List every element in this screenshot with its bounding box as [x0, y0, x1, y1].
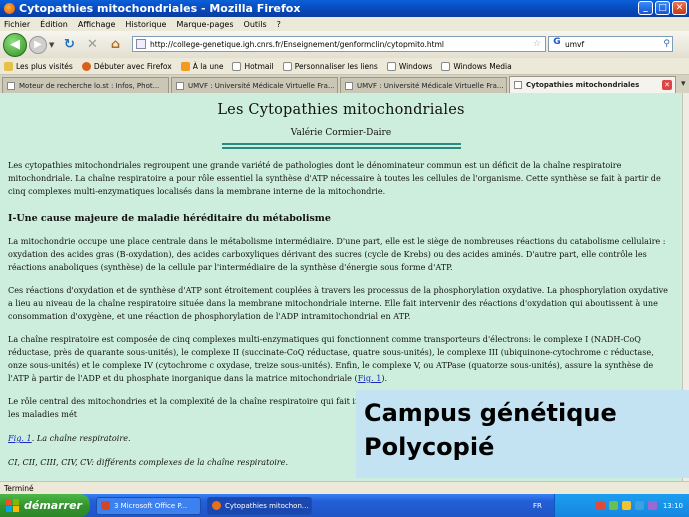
- status-text: Terminé: [4, 483, 34, 493]
- taskbar-item-firefox[interactable]: Cytopathies mitochon...: [207, 496, 312, 515]
- start-button[interactable]: démarrer: [0, 494, 90, 517]
- firefox-icon: [81, 61, 91, 71]
- overlay-line-2: Polycopié: [364, 433, 495, 461]
- close-window-button[interactable]: ✕: [672, 1, 687, 15]
- title-divider: [221, 143, 461, 145]
- menu-help[interactable]: ?: [277, 20, 281, 29]
- bookmarks-toolbar: Les plus visités Débuter avec Firefox À …: [0, 58, 689, 75]
- tab-bar: Moteur de recherche lo.st : Infos, Phot.…: [0, 75, 689, 93]
- page-favicon: [136, 39, 146, 49]
- menu-fichier[interactable]: Fichier: [4, 20, 30, 29]
- bookmark-most-visited[interactable]: Les plus visités: [4, 61, 73, 71]
- home-icon[interactable]: ⌂: [107, 37, 123, 53]
- bookmark-windows[interactable]: Windows: [386, 61, 432, 71]
- reload-icon[interactable]: ↻: [61, 37, 77, 53]
- tray-icon[interactable]: [595, 501, 605, 510]
- tab-favicon: [514, 81, 522, 89]
- firefox-icon: [212, 501, 221, 510]
- history-dropdown-icon[interactable]: ▼: [49, 41, 54, 49]
- campus-overlay: Campus génétique Polycopié: [356, 390, 689, 478]
- back-button[interactable]: ◀: [3, 32, 27, 57]
- tab-cytopathies[interactable]: Cytopathies mitochondriales ✕: [509, 76, 676, 93]
- menu-affichage[interactable]: Affichage: [78, 20, 116, 29]
- tab-lost-search[interactable]: Moteur de recherche lo.st : Infos, Phot.…: [2, 77, 169, 93]
- windows-flag-icon: [6, 499, 19, 512]
- google-search-engine-icon[interactable]: G: [549, 37, 565, 51]
- tab-favicon: [7, 81, 15, 90]
- paragraph-2: Ces réactions d'oxydation et de synthèse…: [8, 285, 668, 321]
- firefox-icon: [4, 3, 15, 14]
- system-tray: FR 13:10: [533, 494, 689, 517]
- folder-icon: [4, 61, 13, 71]
- menu-outils[interactable]: Outils: [244, 20, 267, 29]
- page-icon: [386, 61, 396, 71]
- tray-icon[interactable]: [621, 501, 631, 510]
- tab-list-icon[interactable]: ▾: [678, 79, 689, 89]
- stop-icon[interactable]: ✕: [84, 37, 100, 53]
- window-titlebar: Cytopathies mitochondriales - Mozilla Fi…: [0, 0, 689, 17]
- forward-button[interactable]: ▶: [29, 35, 47, 54]
- paragraph-1: La mitochondrie occupe une place central…: [8, 236, 666, 272]
- bookmark-customize-links[interactable]: Personnaliser les liens: [282, 61, 378, 71]
- tab-favicon: [176, 81, 184, 90]
- fig1-link[interactable]: Fig. 1: [358, 373, 382, 383]
- menu-edition[interactable]: Édition: [40, 20, 68, 29]
- maximize-button[interactable]: □: [655, 1, 670, 15]
- windows-taskbar: démarrer 3 Microsoft Office P... Cytopat…: [0, 494, 689, 517]
- paragraph-3: La chaîne respiratoire est composée de c…: [8, 334, 654, 383]
- title-divider: [221, 147, 461, 149]
- search-value: umvf: [565, 39, 585, 49]
- tab-favicon: [345, 81, 353, 90]
- fig1-caption-link[interactable]: Fig. 1: [8, 433, 32, 443]
- bookmark-star-icon[interactable]: ☆: [533, 39, 541, 49]
- bookmark-hotmail[interactable]: Hotmail: [232, 61, 274, 71]
- bookmark-headlines[interactable]: À la une: [180, 61, 223, 71]
- page-icon: [232, 61, 242, 71]
- tray-icon[interactable]: [608, 501, 618, 510]
- window-title: Cytopathies mitochondriales - Mozilla Fi…: [19, 2, 301, 15]
- section-heading: I-Une cause majeure de maladie héréditai…: [8, 213, 331, 224]
- magnifier-icon[interactable]: ⚲: [663, 39, 670, 49]
- page-icon: [282, 61, 292, 71]
- taskbar-item-office[interactable]: 3 Microsoft Office P...: [96, 496, 201, 515]
- url-text: http://college-genetique.igh.cnrs.fr/Ens…: [150, 39, 444, 49]
- tab-umvf-2[interactable]: UMVF : Université Médicale Virtuelle Fra…: [340, 77, 507, 93]
- page-title: Les Cytopathies mitochondriales: [217, 102, 465, 118]
- bookmark-windows-media[interactable]: Windows Media: [441, 61, 512, 71]
- bookmark-getting-started[interactable]: Débuter avec Firefox: [81, 61, 172, 71]
- powerpoint-icon: [101, 501, 110, 510]
- minimize-button[interactable]: _: [638, 1, 653, 15]
- tab-umvf-1[interactable]: UMVF : Université Médicale Virtuelle Fra…: [171, 77, 338, 93]
- language-indicator[interactable]: FR: [533, 502, 542, 510]
- close-tab-icon[interactable]: ✕: [662, 80, 672, 90]
- intro-paragraph: Les cytopathies mitochondriales regroupe…: [8, 160, 661, 196]
- menu-historique[interactable]: Historique: [125, 20, 166, 29]
- page-icon: [441, 61, 451, 71]
- search-input[interactable]: G umvf ⚲: [548, 36, 673, 52]
- navigation-toolbar: ◀ ▶ ▼ ↻ ✕ ⌂ http://college-genetique.igh…: [0, 31, 689, 58]
- tray-icon[interactable]: [634, 501, 644, 510]
- rss-icon: [180, 61, 190, 71]
- menu-bar: Fichier Édition Affichage Historique Mar…: [0, 17, 689, 31]
- menu-marque-pages[interactable]: Marque-pages: [176, 20, 233, 29]
- overlay-line-1: Campus génétique: [364, 399, 617, 427]
- tray-icon[interactable]: [647, 501, 657, 510]
- author: Valérie Cormier-Daire: [290, 128, 392, 138]
- clock: 13:10: [662, 501, 683, 510]
- status-bar: Terminé: [0, 481, 689, 494]
- url-input[interactable]: http://college-genetique.igh.cnrs.fr/Ens…: [132, 36, 546, 52]
